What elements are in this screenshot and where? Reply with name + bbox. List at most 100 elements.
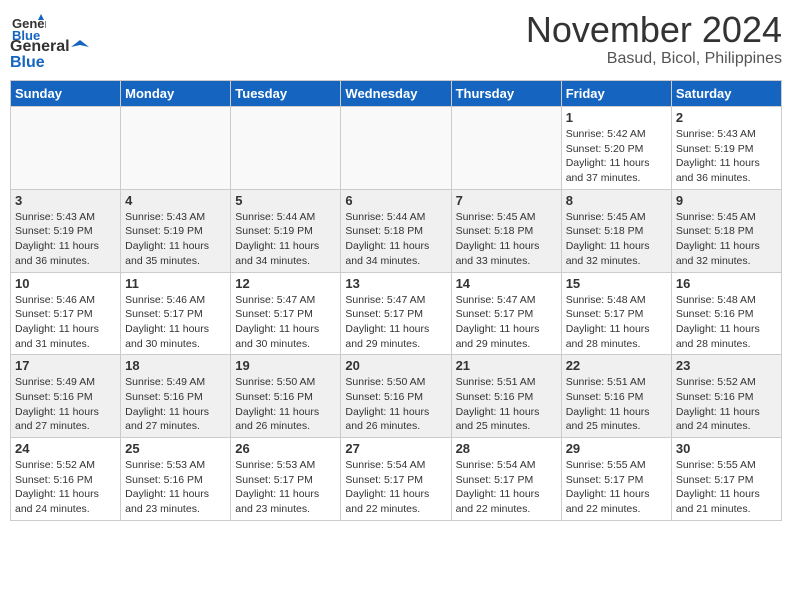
calendar-day-cell: 11 Sunrise: 5:46 AMSunset: 5:17 PMDayligh… xyxy=(121,272,231,355)
day-number: 15 xyxy=(566,276,667,291)
calendar-week-row: 1 Sunrise: 5:42 AMSunset: 5:20 PMDaylight… xyxy=(11,107,782,190)
calendar-day-cell: 15 Sunrise: 5:48 AMSunset: 5:17 PMDayligh… xyxy=(561,272,671,355)
calendar-day-cell: 16 Sunrise: 5:48 AMSunset: 5:16 PMDayligh… xyxy=(671,272,781,355)
calendar-day-cell: 1 Sunrise: 5:42 AMSunset: 5:20 PMDaylight… xyxy=(561,107,671,190)
day-info: Sunrise: 5:47 AMSunset: 5:17 PMDaylight:… xyxy=(456,293,557,352)
day-number: 20 xyxy=(345,358,446,373)
calendar-day-cell: 3Sunrise: 5:43 AMSunset: 5:19 PMDaylight… xyxy=(11,189,121,272)
day-info: Sunrise: 5:51 AMSunset: 5:16 PMDaylight:… xyxy=(566,375,667,434)
calendar-day-cell: 6Sunrise: 5:44 AMSunset: 5:18 PMDaylight… xyxy=(341,189,451,272)
day-info: Sunrise: 5:54 AMSunset: 5:17 PMDaylight:… xyxy=(456,458,557,517)
calendar-day-cell: 14 Sunrise: 5:47 AMSunset: 5:17 PMDayligh… xyxy=(451,272,561,355)
day-number: 18 xyxy=(125,358,226,373)
calendar-day-cell: 18 Sunrise: 5:49 AMSunset: 5:16 PMDayligh… xyxy=(121,355,231,438)
day-info: Sunrise: 5:51 AMSunset: 5:16 PMDaylight:… xyxy=(456,375,557,434)
day-info: Sunrise: 5:54 AMSunset: 5:17 PMDaylight:… xyxy=(345,458,446,517)
day-number: 28 xyxy=(456,441,557,456)
day-info: Sunrise: 5:42 AMSunset: 5:20 PMDaylight:… xyxy=(566,127,667,186)
svg-text:Blue: Blue xyxy=(12,28,40,43)
day-number: 26 xyxy=(235,441,336,456)
day-info: Sunrise: 5:52 AMSunset: 5:16 PMDaylight:… xyxy=(15,458,116,517)
day-info: Sunrise: 5:47 AMSunset: 5:17 PMDaylight:… xyxy=(235,293,336,352)
day-number: 8 xyxy=(566,193,667,208)
calendar-day-cell: 22 Sunrise: 5:51 AMSunset: 5:16 PMDayligh… xyxy=(561,355,671,438)
title-block: November 2024 Basud, Bicol, Philippines xyxy=(526,10,782,68)
calendar-day-cell: 10Sunrise: 5:46 AMSunset: 5:17 PMDayligh… xyxy=(11,272,121,355)
day-info: Sunrise: 5:43 AMSunset: 5:19 PMDaylight:… xyxy=(676,127,777,186)
day-info: Sunrise: 5:49 AMSunset: 5:16 PMDaylight:… xyxy=(15,375,116,434)
day-info: Sunrise: 5:55 AMSunset: 5:17 PMDaylight:… xyxy=(676,458,777,517)
day-info: Sunrise: 5:46 AMSunset: 5:17 PMDaylight:… xyxy=(15,293,116,352)
weekday-header-thursday: Thursday xyxy=(451,81,561,107)
calendar-day-cell: 23Sunrise: 5:52 AMSunset: 5:16 PMDayligh… xyxy=(671,355,781,438)
day-number: 14 xyxy=(456,276,557,291)
weekday-header-tuesday: Tuesday xyxy=(231,81,341,107)
calendar-day-cell: 29 Sunrise: 5:55 AMSunset: 5:17 PMDayligh… xyxy=(561,438,671,521)
page-header: General Blue General Blue November 2024 … xyxy=(10,10,782,72)
calendar-week-row: 24Sunrise: 5:52 AMSunset: 5:16 PMDayligh… xyxy=(11,438,782,521)
calendar-day-cell: 8 Sunrise: 5:45 AMSunset: 5:18 PMDaylight… xyxy=(561,189,671,272)
logo: General Blue General Blue xyxy=(10,10,89,72)
calendar-day-cell: 2 Sunrise: 5:43 AMSunset: 5:19 PMDaylight… xyxy=(671,107,781,190)
day-info: Sunrise: 5:55 AMSunset: 5:17 PMDaylight:… xyxy=(566,458,667,517)
weekday-header-sunday: Sunday xyxy=(11,81,121,107)
day-number: 29 xyxy=(566,441,667,456)
day-info: Sunrise: 5:44 AMSunset: 5:19 PMDaylight:… xyxy=(235,210,336,269)
day-number: 13 xyxy=(345,276,446,291)
day-number: 25 xyxy=(125,441,226,456)
day-number: 19 xyxy=(235,358,336,373)
day-info: Sunrise: 5:53 AMSunset: 5:17 PMDaylight:… xyxy=(235,458,336,517)
calendar-day-cell: 27 Sunrise: 5:54 AMSunset: 5:17 PMDayligh… xyxy=(341,438,451,521)
day-number: 1 xyxy=(566,110,667,125)
day-info: Sunrise: 5:45 AMSunset: 5:18 PMDaylight:… xyxy=(676,210,777,269)
day-info: Sunrise: 5:50 AMSunset: 5:16 PMDaylight:… xyxy=(235,375,336,434)
day-number: 2 xyxy=(676,110,777,125)
day-info: Sunrise: 5:53 AMSunset: 5:16 PMDaylight:… xyxy=(125,458,226,517)
day-info: Sunrise: 5:43 AMSunset: 5:19 PMDaylight:… xyxy=(15,210,116,269)
day-number: 17 xyxy=(15,358,116,373)
day-number: 22 xyxy=(566,358,667,373)
calendar-week-row: 10Sunrise: 5:46 AMSunset: 5:17 PMDayligh… xyxy=(11,272,782,355)
calendar-week-row: 17 Sunrise: 5:49 AMSunset: 5:16 PMDayligh… xyxy=(11,355,782,438)
day-info: Sunrise: 5:50 AMSunset: 5:16 PMDaylight:… xyxy=(345,375,446,434)
day-info: Sunrise: 5:46 AMSunset: 5:17 PMDaylight:… xyxy=(125,293,226,352)
calendar-day-cell: 4Sunrise: 5:43 AMSunset: 5:19 PMDaylight… xyxy=(121,189,231,272)
calendar-day-cell xyxy=(451,107,561,190)
day-info: Sunrise: 5:48 AMSunset: 5:17 PMDaylight:… xyxy=(566,293,667,352)
logo-icon: General Blue xyxy=(10,10,46,46)
calendar-day-cell: 21 Sunrise: 5:51 AMSunset: 5:16 PMDayligh… xyxy=(451,355,561,438)
calendar-day-cell: 24Sunrise: 5:52 AMSunset: 5:16 PMDayligh… xyxy=(11,438,121,521)
day-info: Sunrise: 5:52 AMSunset: 5:16 PMDaylight:… xyxy=(676,375,777,434)
calendar-week-row: 3Sunrise: 5:43 AMSunset: 5:19 PMDaylight… xyxy=(11,189,782,272)
calendar-day-cell: 30 Sunrise: 5:55 AMSunset: 5:17 PMDayligh… xyxy=(671,438,781,521)
day-info: Sunrise: 5:45 AMSunset: 5:18 PMDaylight:… xyxy=(456,210,557,269)
day-number: 5 xyxy=(235,193,336,208)
day-info: Sunrise: 5:47 AMSunset: 5:17 PMDaylight:… xyxy=(345,293,446,352)
logo-blue: Blue xyxy=(10,54,45,71)
day-info: Sunrise: 5:45 AMSunset: 5:18 PMDaylight:… xyxy=(566,210,667,269)
day-number: 21 xyxy=(456,358,557,373)
day-number: 16 xyxy=(676,276,777,291)
calendar-day-cell: 20 Sunrise: 5:50 AMSunset: 5:16 PMDayligh… xyxy=(341,355,451,438)
calendar-day-cell xyxy=(11,107,121,190)
day-info: Sunrise: 5:49 AMSunset: 5:16 PMDaylight:… xyxy=(125,375,226,434)
calendar-day-cell: 26 Sunrise: 5:53 AMSunset: 5:17 PMDayligh… xyxy=(231,438,341,521)
day-info: Sunrise: 5:48 AMSunset: 5:16 PMDaylight:… xyxy=(676,293,777,352)
calendar-day-cell: 9 Sunrise: 5:45 AMSunset: 5:18 PMDaylight… xyxy=(671,189,781,272)
day-number: 27 xyxy=(345,441,446,456)
month-title: November 2024 xyxy=(526,10,782,50)
weekday-header-monday: Monday xyxy=(121,81,231,107)
calendar-day-cell: 12Sunrise: 5:47 AMSunset: 5:17 PMDayligh… xyxy=(231,272,341,355)
calendar-header-row: SundayMondayTuesdayWednesdayThursdayFrid… xyxy=(11,81,782,107)
calendar-day-cell: 25 Sunrise: 5:53 AMSunset: 5:16 PMDayligh… xyxy=(121,438,231,521)
calendar-day-cell: 19 Sunrise: 5:50 AMSunset: 5:16 PMDayligh… xyxy=(231,355,341,438)
day-number: 9 xyxy=(676,193,777,208)
day-number: 6 xyxy=(345,193,446,208)
calendar-day-cell: 5 Sunrise: 5:44 AMSunset: 5:19 PMDaylight… xyxy=(231,189,341,272)
day-info: Sunrise: 5:43 AMSunset: 5:19 PMDaylight:… xyxy=(125,210,226,269)
calendar-day-cell: 7Sunrise: 5:45 AMSunset: 5:18 PMDaylight… xyxy=(451,189,561,272)
calendar-day-cell: 28 Sunrise: 5:54 AMSunset: 5:17 PMDayligh… xyxy=(451,438,561,521)
day-number: 30 xyxy=(676,441,777,456)
calendar-table: SundayMondayTuesdayWednesdayThursdayFrid… xyxy=(10,80,782,521)
day-number: 11 xyxy=(125,276,226,291)
